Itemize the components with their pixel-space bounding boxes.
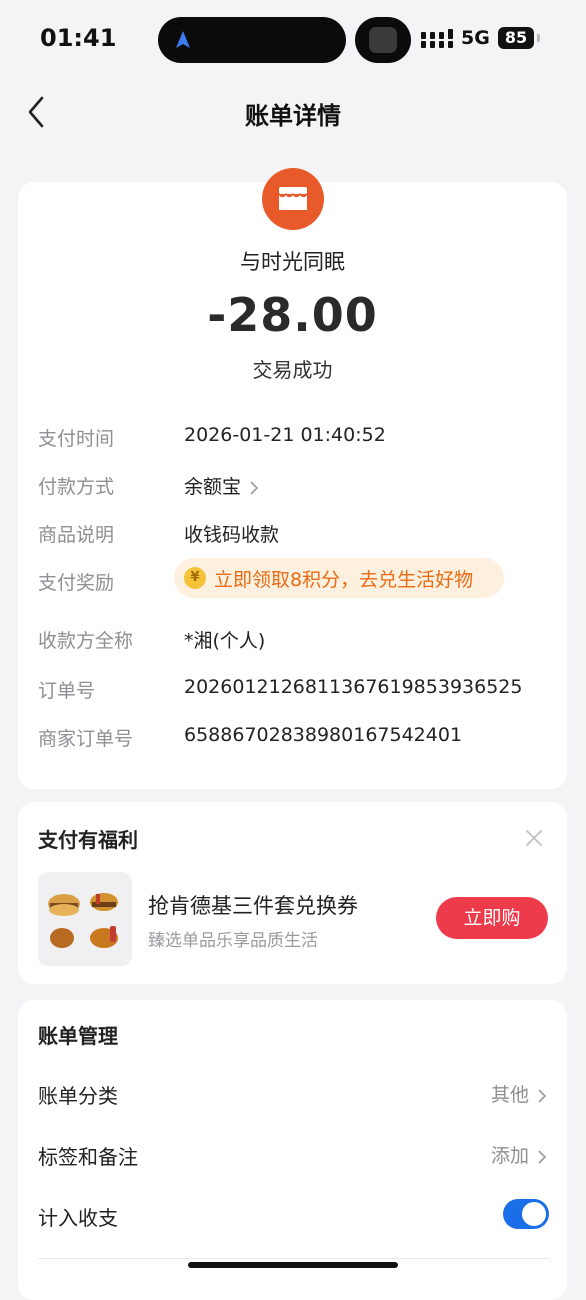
reward-text: 立即领取8积分，去兑生活好物 [214,569,474,591]
tags-value: 添加 [491,1141,549,1168]
detail-row-method[interactable]: 付款方式 余额宝 [18,472,567,502]
merchant-order-label: 商家订单号 [38,728,134,750]
shop-icon [262,168,324,230]
payee-label: 收款方全称 [38,630,134,652]
benefits-card: 支付有福利 抢肯德基三件套兑换券 臻选单品乐享品质生活 立即购 [18,802,567,984]
page-title: 账单详情 [245,102,341,130]
desc-value: 收钱码收款 [184,524,280,546]
method-value[interactable]: 余额宝 [184,472,261,499]
close-icon[interactable] [522,826,546,850]
toggle-knob [522,1202,546,1226]
detail-row-merchant-order: 商家订单号 6588670283898016754240​1 [18,724,567,754]
promo-subtitle: 臻选单品乐享品质生活 [148,931,318,951]
status-time: 01:41 [40,24,117,52]
include-row: 计入收支 [18,1199,567,1232]
payee-value: *湘(个人) [184,630,266,652]
detail-row-reward: 支付奖励 ¥ 立即领取8积分，去兑生活好物 [18,558,567,598]
detail-row-payee: 收款方全称 *湘(个人) [18,626,567,656]
include-toggle[interactable] [503,1199,549,1229]
navigation-arrow-icon [176,31,190,48]
management-title: 账单管理 [38,1024,118,1048]
benefits-title: 支付有福利 [38,828,138,852]
detail-row-pay-time: 支付时间 2026-01-21 01:40:52 [18,424,567,454]
transaction-card: 与时光同眠 -28.00 交易成功 支付时间 2026-01-21 01:40:… [18,168,567,789]
dynamic-island [158,17,346,63]
detail-row-desc: 商品说明 收钱码收款 [18,520,567,550]
network-type: 5G [461,27,490,49]
status-bar: 01:41 5G 85 [0,0,586,80]
order-label: 订单号 [38,680,96,702]
merchant-name: 与时光同眠 [240,250,345,274]
detail-row-order: 订单号 2026012126811367619853936525 [18,676,567,706]
order-no: 2026012126811367619853936525 [184,676,523,698]
bill-management-card: 账单管理 账单分类 其他 标签和备注 添加 计入收支 [18,1000,567,1300]
store-glyph [278,187,308,210]
transaction-amount: -28.00 [207,288,378,342]
food-illustration [48,893,118,948]
battery-cap [537,34,540,42]
tags-text: 添加 [490,1145,529,1167]
promo-title: 抢肯德基三件套兑换券 [148,894,358,918]
transaction-status: 交易成功 [252,358,333,382]
buy-now-button[interactable]: 立即购 [436,897,548,939]
chevron-right-icon [538,1149,547,1164]
battery-icon: 85 [498,27,534,49]
category-text: 其他 [490,1084,529,1106]
camera-indicator [355,17,411,63]
merchant-order-no: 6588670283898016754240​1 [184,724,463,746]
home-indicator[interactable] [188,1262,398,1268]
reward-pill[interactable]: ¥ 立即领取8积分，去兑生活好物 [174,558,504,598]
chevron-right-icon [538,1088,547,1103]
app-indicator-icon [369,27,397,53]
promo-food-image[interactable] [38,872,132,966]
battery-level: 85 [504,28,528,47]
tags-row[interactable]: 标签和备注 添加 [18,1141,567,1171]
category-value: 其他 [491,1080,549,1107]
category-label: 账单分类 [38,1084,118,1108]
category-row[interactable]: 账单分类 其他 [18,1080,567,1110]
tags-label: 标签和备注 [38,1145,138,1169]
desc-label: 商品说明 [38,524,115,546]
method-label: 付款方式 [38,476,115,498]
chevron-right-icon [250,480,259,495]
divider [38,1258,549,1259]
coin-icon: ¥ [184,567,206,589]
pay-time-value: 2026-01-21 01:40:52 [184,424,386,446]
pay-time-label: 支付时间 [38,428,115,450]
include-label: 计入收支 [38,1206,118,1230]
signal-icon [421,29,453,48]
reward-label: 支付奖励 [38,572,115,594]
method-text: 余额宝 [184,476,242,498]
